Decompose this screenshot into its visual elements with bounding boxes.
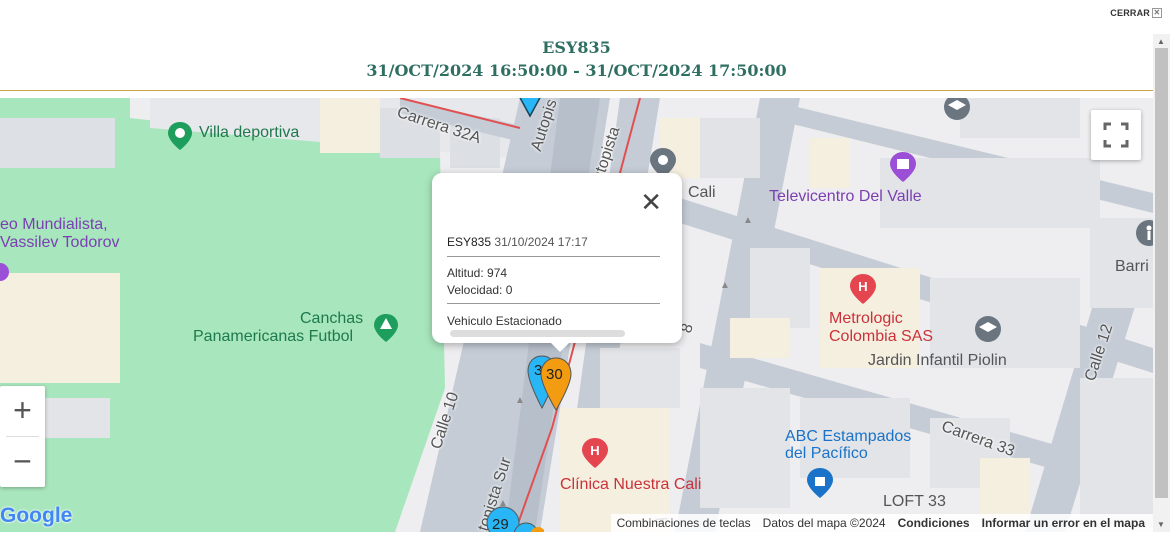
svg-text:▲: ▲: [515, 395, 525, 406]
svg-text:▲: ▲: [743, 215, 753, 226]
date-range: 31/OCT/2024 16:50:00 - 31/OCT/2024 17:50…: [366, 61, 787, 80]
report-header: ESY835 31/OCT/2024 16:50:00 - 31/OCT/202…: [0, 34, 1153, 91]
place-clinica-nuestra-cali[interactable]: Clínica Nuestra Cali: [560, 476, 701, 494]
shopping-icon: [805, 466, 835, 505]
scroll-up-icon[interactable]: ▲: [1157, 37, 1165, 46]
place-metrologic-line2[interactable]: Colombia SAS: [829, 328, 933, 346]
place-museo-line2[interactable]: Vassilev Todorov: [0, 234, 119, 252]
park-pin-icon: [166, 120, 194, 157]
vertical-scrollbar[interactable]: ▲ ▼: [1153, 34, 1170, 532]
map-attribution: Combinaciones de teclas Datos del mapa ©…: [610, 514, 1153, 532]
tree-icon: [372, 312, 400, 349]
route-marker-bottom[interactable]: [513, 520, 546, 532]
popup-scrollbar[interactable]: [450, 330, 625, 337]
info-popup: ✕ ESY835 31/10/2024 17:17 Altitud: 974 V…: [432, 173, 682, 343]
scroll-down-icon[interactable]: ▼: [1157, 520, 1165, 529]
zoom-out-button[interactable]: −: [0, 437, 45, 487]
fullscreen-icon: [1103, 122, 1129, 148]
place-canchas-line2[interactable]: Panamericanas Futbol: [193, 328, 353, 346]
school-icon: [973, 314, 1003, 349]
place-villa-deportiva[interactable]: Villa deportiva: [199, 124, 299, 142]
zoom-control: + −: [0, 386, 45, 487]
school-icon-top: [942, 98, 972, 127]
popup-tail: [550, 342, 570, 352]
place-metrologic-line1[interactable]: Metrologic: [829, 310, 903, 328]
place-museo-line1[interactable]: eo Mundialista,: [0, 216, 108, 234]
zoom-in-button[interactable]: +: [0, 386, 45, 436]
scroll-thumb[interactable]: [1155, 48, 1168, 498]
popup-divider-1: [447, 256, 660, 257]
museum-icon: [0, 260, 10, 289]
vehicle-title: ESY835: [542, 38, 611, 57]
popup-speed: Velocidad: 0: [447, 283, 513, 297]
marker-29-label: 29: [492, 516, 509, 532]
terms-link[interactable]: Condiciones: [898, 516, 970, 530]
popup-vehicle: ESY835: [447, 235, 492, 249]
close-icon: ✕: [1152, 8, 1162, 18]
route-marker-30[interactable]: 30: [539, 356, 573, 417]
place-abc-line1[interactable]: ABC Estampados: [785, 428, 911, 446]
hospital-icon-1: H: [848, 272, 878, 311]
hospital-icon-2: H: [580, 436, 610, 475]
svg-text:▲: ▲: [720, 280, 730, 291]
fullscreen-button[interactable]: [1091, 110, 1141, 160]
google-logo: Google: [0, 504, 73, 527]
tv-icon: [888, 150, 918, 189]
popup-status: Vehiculo Estacionado: [447, 314, 562, 328]
place-abc-line2[interactable]: del Pacífico: [785, 445, 868, 463]
report-error-link[interactable]: Informar un error en el mapa: [982, 516, 1145, 530]
close-label: CERRAR: [1110, 8, 1150, 18]
place-jardin-piolin[interactable]: Jardin Infantil Piolin: [868, 352, 1007, 370]
marker-30-label: 30: [546, 366, 563, 383]
popup-altitude: Altitud: 974: [447, 266, 508, 280]
accessibility-icon: [1134, 218, 1153, 253]
place-cali[interactable]: Cali: [688, 184, 716, 202]
place-televicentro[interactable]: Televicentro Del Valle: [769, 188, 922, 206]
map-view[interactable]: ▲ ▲ ▲ ▲ Villa deportiva eo Mundialista, …: [0, 98, 1153, 532]
keyboard-shortcuts-link[interactable]: Combinaciones de teclas: [617, 516, 751, 530]
popup-divider-2: [447, 303, 660, 304]
place-canchas-line1[interactable]: Canchas: [300, 310, 363, 328]
place-barrio[interactable]: Barri: [1115, 258, 1149, 276]
svg-text:H: H: [590, 443, 599, 458]
popup-close-icon[interactable]: ✕: [640, 189, 662, 215]
svg-text:H: H: [858, 279, 867, 294]
place-loft-33[interactable]: LOFT 33: [883, 493, 946, 511]
route-marker-top[interactable]: [516, 98, 544, 125]
close-button[interactable]: CERRAR ✕: [1110, 8, 1162, 18]
map-data-label: Datos del mapa ©2024: [762, 516, 886, 530]
popup-heading: ESY835 31/10/2024 17:17: [447, 235, 588, 249]
popup-datetime: 31/10/2024 17:17: [494, 235, 588, 249]
